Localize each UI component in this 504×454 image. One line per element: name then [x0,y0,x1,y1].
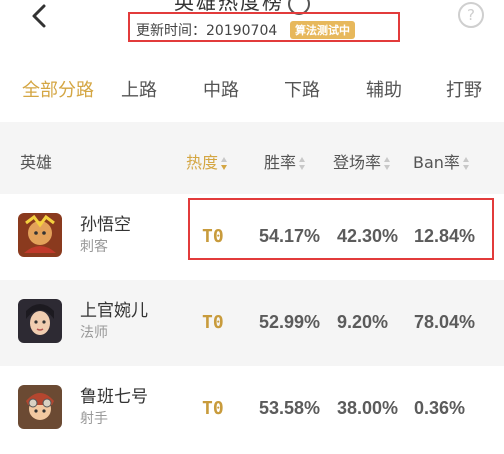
sort-arrows-icon [221,156,228,171]
algorithm-test-badge: 算法测试中 [290,21,355,39]
column-hero: 英雄 [20,153,53,172]
hero-name: 上官婉儿 [80,301,148,321]
hero-role: 射手 [80,411,108,427]
hero-win-rate: 52.99% [259,312,321,332]
tab-jungle[interactable]: 打野 [446,76,482,102]
tab-bottom-lane[interactable]: 下路 [284,76,320,102]
column-win-rate[interactable]: 胜率 [264,149,306,173]
top-bar: 英雄热度榜 更新时间：20190704 算法测试中 ? [0,0,504,52]
tab-all-lanes[interactable]: 全部分路 [22,76,94,102]
tab-mid-lane[interactable]: 中路 [203,76,239,102]
hero-ban-rate: 78.04% [414,312,476,332]
sort-arrows-icon [384,156,391,171]
table-header: 英雄 热度 胜率 登场率 Ban率 [0,122,504,194]
back-chevron-icon[interactable] [26,2,54,30]
column-ban-rate-label: Ban率 [413,153,460,172]
column-win-rate-label: 胜率 [264,153,297,172]
column-ban-rate[interactable]: Ban率 [413,149,470,173]
hero-row[interactable]: 鲁班七号 射手 T0 53.58% 38.00% 0.36% [0,366,504,452]
question-circle-icon[interactable]: ? [458,2,484,28]
tab-top-lane[interactable]: 上路 [121,76,157,102]
hero-pick-rate: 9.20% [337,312,389,332]
column-pick-rate[interactable]: 登场率 [333,149,391,173]
lane-tabs: 全部分路 上路 中路 下路 辅助 打野 [0,70,504,110]
hero-name: 孙悟空 [80,215,131,235]
hero-avatar-shangguanwaner [18,299,62,343]
sort-arrows-icon [299,156,306,171]
update-time-label: 更新时间：20190704 [136,23,278,39]
tab-support[interactable]: 辅助 [366,76,402,102]
column-pick-rate-label: 登场率 [333,153,382,172]
hero-role: 刺客 [80,239,108,255]
hero-tier: T0 [202,312,224,333]
column-heat[interactable]: 热度 [186,149,228,173]
hero-avatar-sunwukong [18,213,62,257]
hero-win-rate: 53.58% [259,398,321,418]
update-time-annotation: 更新时间：20190704 算法测试中 [128,12,400,42]
hero-name: 鲁班七号 [80,387,148,407]
hero-tier: T0 [202,398,224,419]
column-heat-label: 热度 [186,153,219,172]
hero-role: 法师 [80,325,108,341]
hero-avatar-luban [18,385,62,429]
stats-annotation-box [188,198,494,260]
hero-pick-rate: 38.00% [337,398,399,418]
hero-ban-rate: 0.36% [414,398,466,418]
hero-row[interactable]: 上官婉儿 法师 T0 52.99% 9.20% 78.04% [0,280,504,366]
sort-arrows-icon [462,156,470,171]
